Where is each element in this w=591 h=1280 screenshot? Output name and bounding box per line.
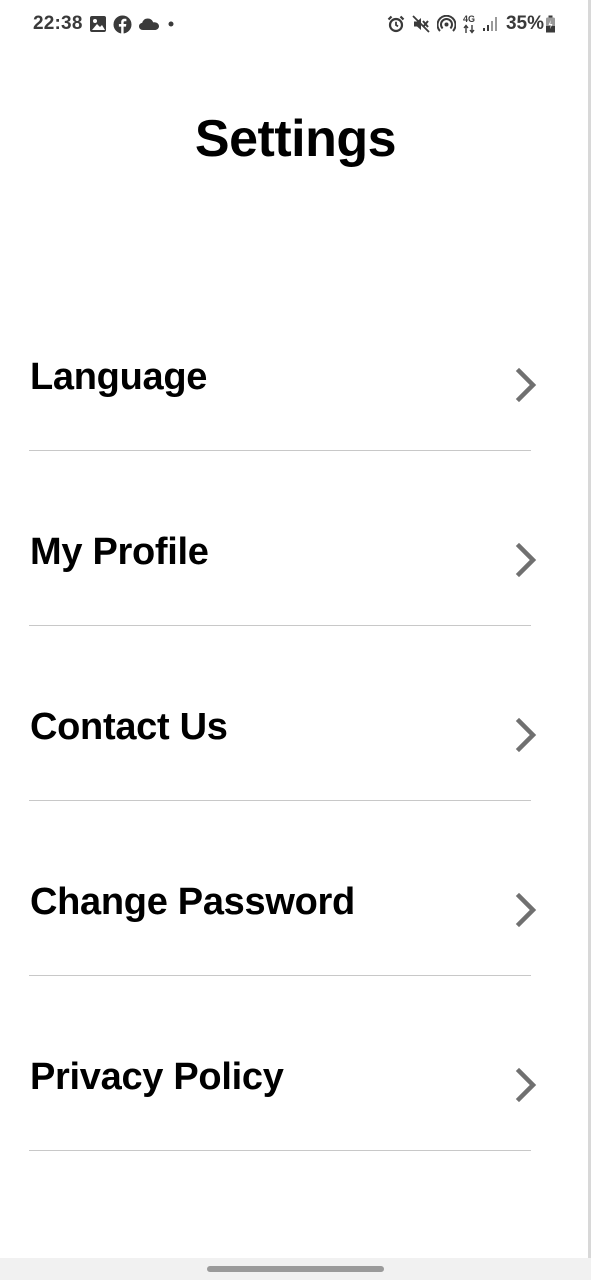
hotspot-icon xyxy=(436,14,456,34)
mute-icon xyxy=(412,15,430,33)
status-right: 4G 35% xyxy=(380,12,556,36)
network-label: 4G xyxy=(462,13,475,24)
settings-item-contact-us[interactable]: Contact Us xyxy=(0,625,591,801)
chevron-right-icon xyxy=(515,367,537,403)
status-bar: 22:38 4G 35% xyxy=(0,0,588,48)
chevron-right-icon xyxy=(515,1067,537,1103)
status-left: 22:38 xyxy=(33,12,176,36)
navigation-bar xyxy=(0,1258,591,1280)
network-4g-icon: 4G xyxy=(462,13,475,34)
settings-item-my-profile[interactable]: My Profile xyxy=(0,450,591,626)
page-title: Settings xyxy=(194,110,397,168)
settings-item-label: Change Password xyxy=(30,881,355,923)
status-time: 22:38 xyxy=(33,13,83,34)
settings-item-label: Contact Us xyxy=(30,706,228,748)
divider xyxy=(29,1150,531,1151)
dot-icon xyxy=(166,19,176,29)
settings-item-label: My Profile xyxy=(30,531,209,573)
battery-percentage: 35% xyxy=(505,13,544,34)
cloud-icon xyxy=(138,16,160,32)
home-gesture-handle[interactable] xyxy=(207,1266,384,1272)
chevron-right-icon xyxy=(515,892,537,928)
chevron-right-icon xyxy=(515,717,537,753)
alarm-icon xyxy=(387,15,405,33)
settings-item-change-password[interactable]: Change Password xyxy=(0,800,591,976)
battery-icon xyxy=(545,15,556,33)
facebook-icon xyxy=(113,15,132,34)
gallery-icon xyxy=(89,15,107,33)
settings-item-label: Privacy Policy xyxy=(30,1056,284,1098)
settings-item-label: Language xyxy=(30,356,208,398)
signal-icon xyxy=(482,16,498,32)
settings-item-language[interactable]: Language xyxy=(0,275,591,451)
chevron-right-icon xyxy=(515,542,537,578)
settings-item-privacy-policy[interactable]: Privacy Policy xyxy=(0,975,591,1151)
settings-list: Language My Profile Contact Us Change Pa… xyxy=(0,275,591,1151)
